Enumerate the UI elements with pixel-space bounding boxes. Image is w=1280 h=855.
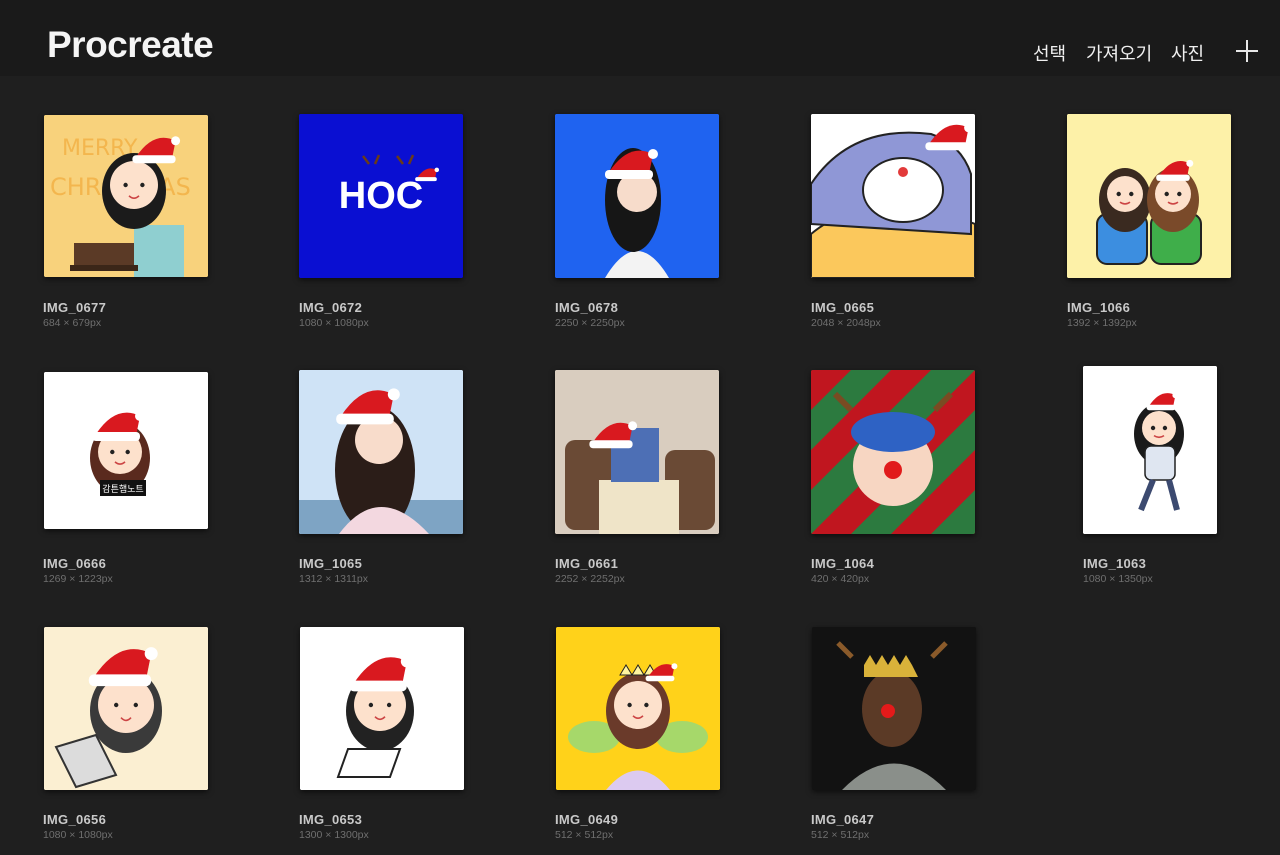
artwork-card[interactable]: IMG_0649 512 × 512px: [555, 626, 735, 846]
artwork-dimensions: 684 × 679px: [43, 317, 102, 329]
import-button[interactable]: 가져오기: [1086, 40, 1152, 66]
artwork-card[interactable]: 감튼햄노트 IMG_0666 1269 × 1223px: [43, 370, 223, 590]
artwork-name: IMG_0666: [43, 556, 107, 571]
artwork-name: IMG_0672: [299, 300, 363, 315]
artwork-dimensions: 2048 × 2048px: [811, 317, 881, 329]
artwork-card[interactable]: IMG_1064 420 × 420px: [811, 370, 991, 590]
artwork-card[interactable]: MERRY CHRISTMAS IMG_0677 684 × 679px: [43, 114, 223, 334]
artwork-name: IMG_1065: [299, 556, 363, 571]
select-button[interactable]: 선택: [1033, 40, 1066, 66]
artwork-dimensions: 420 × 420px: [811, 573, 870, 585]
artwork-thumbnail[interactable]: 감튼햄노트: [44, 372, 208, 529]
app-title: Procreate: [47, 24, 214, 65]
artwork-thumbnail[interactable]: [811, 114, 975, 278]
artwork-name: IMG_0677: [43, 300, 107, 315]
artwork-name: IMG_0678: [555, 300, 619, 315]
artwork-card[interactable]: IMG_0678 2250 × 2250px: [555, 114, 735, 334]
artwork-dimensions: 1392 × 1392px: [1067, 317, 1137, 329]
artwork-thumbnail[interactable]: [812, 627, 976, 790]
photo-button[interactable]: 사진: [1171, 40, 1204, 66]
artwork-thumbnail[interactable]: [300, 627, 464, 790]
artwork-dimensions: 2250 × 2250px: [555, 317, 625, 329]
artwork-thumbnail[interactable]: HOC: [299, 114, 463, 278]
plus-icon[interactable]: [1236, 40, 1258, 62]
artwork-name: IMG_0661: [555, 556, 619, 571]
artwork-name: IMG_0653: [299, 812, 363, 827]
artwork-thumbnail[interactable]: [44, 627, 208, 790]
artwork-thumbnail[interactable]: [811, 370, 975, 534]
artwork-dimensions: 1080 × 1080px: [299, 317, 369, 329]
artwork-card[interactable]: IMG_0647 512 × 512px: [811, 626, 991, 846]
artwork-dimensions: 1080 × 1350px: [1083, 573, 1153, 585]
artwork-dimensions: 1080 × 1080px: [43, 829, 113, 841]
artwork-name: IMG_0665: [811, 300, 875, 315]
artwork-card[interactable]: IMG_1065 1312 × 1311px: [299, 370, 479, 590]
artwork-thumbnail[interactable]: [1083, 366, 1217, 534]
svg-text:HOC: HOC: [339, 175, 423, 217]
artwork-thumbnail[interactable]: [1067, 114, 1231, 278]
artwork-thumbnail[interactable]: [299, 370, 463, 534]
artwork-card[interactable]: IMG_0653 1300 × 1300px: [299, 626, 479, 846]
artwork-dimensions: 1269 × 1223px: [43, 573, 113, 585]
artwork-thumbnail[interactable]: MERRY CHRISTMAS: [44, 115, 208, 277]
artwork-card[interactable]: IMG_1066 1392 × 1392px: [1067, 114, 1247, 334]
artwork-card[interactable]: HOC IMG_0672 1080 × 1080px: [299, 114, 479, 334]
artwork-card[interactable]: IMG_0665 2048 × 2048px: [811, 114, 991, 334]
artwork-dimensions: 1300 × 1300px: [299, 829, 369, 841]
artwork-thumbnail[interactable]: [555, 370, 719, 534]
svg-text:감튼햄노트: 감튼햄노트: [102, 483, 143, 495]
artwork-gallery: MERRY CHRISTMAS IMG_0677 684 × 679px HOC: [0, 76, 1280, 855]
artwork-dimensions: 1312 × 1311px: [299, 573, 368, 585]
artwork-thumbnail[interactable]: [556, 627, 720, 790]
artwork-name: IMG_0649: [555, 812, 619, 827]
artwork-dimensions: 512 × 512px: [555, 829, 614, 841]
artwork-card[interactable]: IMG_0661 2252 × 2252px: [555, 370, 735, 590]
artwork-name: IMG_1063: [1083, 556, 1147, 571]
artwork-dimensions: 2252 × 2252px: [555, 573, 625, 585]
artwork-name: IMG_1064: [811, 556, 875, 571]
artwork-thumbnail[interactable]: [555, 114, 719, 278]
artwork-card[interactable]: IMG_0656 1080 × 1080px: [43, 626, 223, 846]
artwork-dimensions: 512 × 512px: [811, 829, 870, 841]
artwork-card[interactable]: IMG_1063 1080 × 1350px: [1067, 366, 1247, 590]
artwork-name: IMG_1066: [1067, 300, 1131, 315]
artwork-name: IMG_0647: [811, 812, 875, 827]
artwork-name: IMG_0656: [43, 812, 107, 827]
top-bar: Procreate 선택 가져오기 사진: [0, 0, 1280, 76]
